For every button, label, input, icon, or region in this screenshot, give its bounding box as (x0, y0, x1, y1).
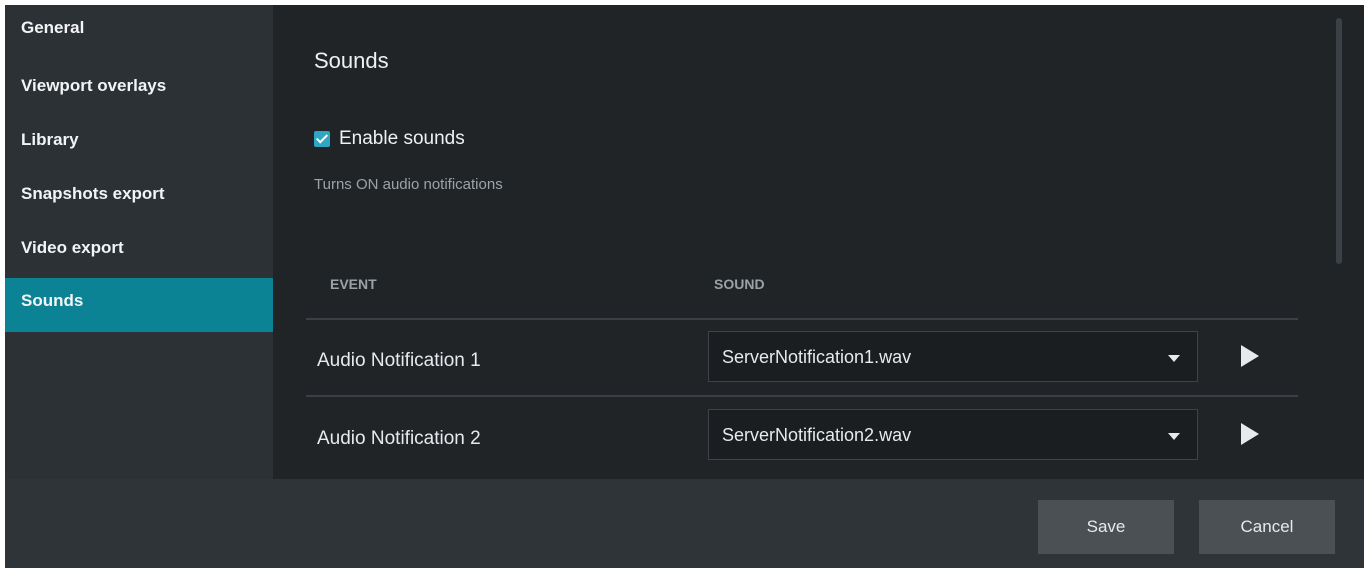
divider (306, 395, 1298, 397)
sidebar-item-viewport-overlays[interactable]: Viewport overlays (5, 63, 273, 117)
chevron-down-icon (1168, 355, 1180, 362)
sidebar-item-library[interactable]: Library (5, 117, 273, 171)
play-icon[interactable] (1241, 345, 1259, 367)
column-header-event: EVENT (330, 276, 377, 292)
settings-dialog: General Viewport overlays Library Snapsh… (5, 5, 1364, 568)
sound-select-value: ServerNotification1.wav (722, 347, 912, 367)
scrollbar[interactable] (1336, 18, 1342, 264)
enable-sounds-checkbox[interactable]: Enable sounds (314, 127, 465, 151)
column-header-sound: SOUND (714, 276, 765, 292)
sound-select-value: ServerNotification2.wav (722, 425, 912, 445)
chevron-down-icon (1168, 433, 1180, 440)
divider (306, 318, 1298, 320)
sidebar-item-label: Viewport overlays (21, 76, 167, 95)
event-label: Audio Notification 2 (317, 428, 481, 449)
sidebar-item-label: Snapshots export (21, 184, 165, 203)
cancel-button[interactable]: Cancel (1199, 500, 1335, 554)
play-icon[interactable] (1241, 423, 1259, 445)
sidebar-item-label: General (21, 18, 85, 37)
sound-select[interactable]: ServerNotification1.wav (708, 331, 1198, 382)
page-title: Sounds (314, 48, 389, 73)
sidebar-item-snapshots-export[interactable]: Snapshots export (5, 171, 273, 225)
sidebar-item-label: Sounds (21, 291, 84, 310)
sound-select[interactable]: ServerNotification2.wav (708, 409, 1198, 460)
checkmark-icon[interactable] (314, 131, 330, 147)
enable-sounds-label: Enable sounds (339, 128, 465, 149)
sidebar-item-label: Library (21, 130, 79, 149)
sidebar-item-sounds[interactable]: Sounds (5, 278, 273, 332)
enable-sounds-hint: Turns ON audio notifications (314, 176, 503, 193)
dialog-footer: Save Cancel (5, 479, 1364, 568)
sidebar-item-video-export[interactable]: Video export (5, 225, 273, 279)
sidebar-item-general[interactable]: General (5, 5, 273, 59)
event-label: Audio Notification 1 (317, 350, 481, 371)
sidebar: General Viewport overlays Library Snapsh… (5, 5, 273, 479)
sidebar-item-label: Video export (21, 238, 124, 257)
save-button[interactable]: Save (1038, 500, 1174, 554)
sounds-panel: Sounds Enable sounds Turns ON audio noti… (273, 5, 1364, 479)
